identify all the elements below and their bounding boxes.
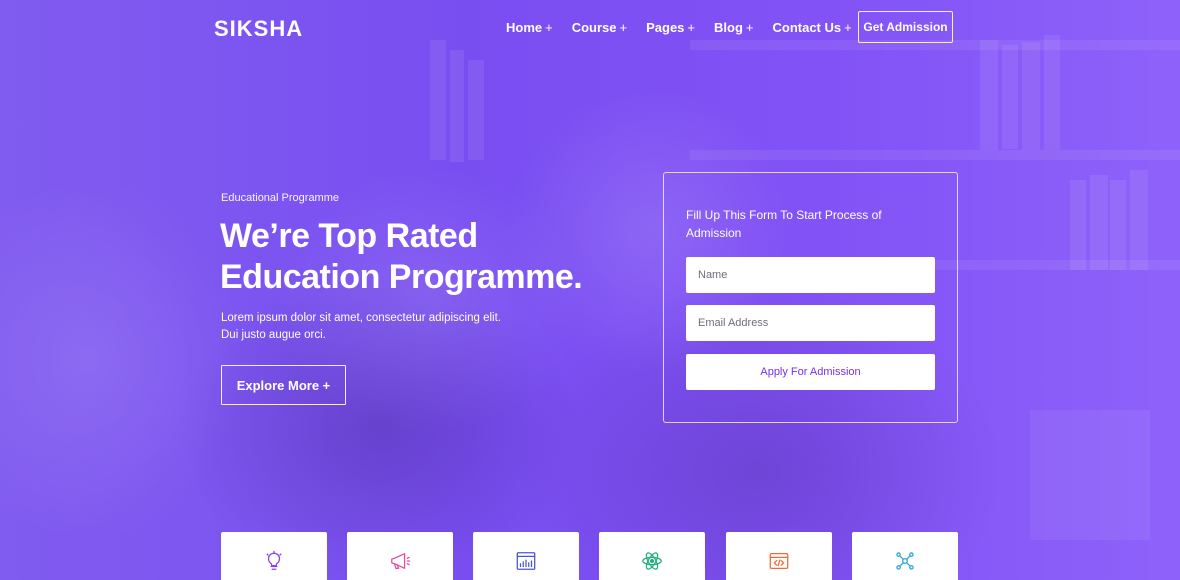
plus-icon: + (745, 20, 754, 35)
book-shape (980, 40, 998, 150)
atom-icon (642, 552, 662, 570)
bookshelf-shape (690, 150, 1180, 160)
feature-card[interactable] (852, 532, 958, 580)
hero-section: SIKSHA Home + Course + Pages + Blog + Contac… (0, 0, 1180, 580)
plus-icon: + (619, 20, 628, 35)
chart-board-icon (516, 552, 536, 570)
apply-for-admission-button[interactable]: Apply For Admission (686, 354, 935, 390)
plus-icon: + (545, 20, 553, 35)
email-input[interactable] (686, 305, 935, 341)
book-shape (468, 60, 484, 160)
nav-item-pages[interactable]: Pages + (646, 20, 695, 35)
book-shape (450, 50, 464, 162)
code-window-icon (769, 553, 789, 569)
hero-headline-line: Education Programme. (220, 258, 583, 296)
feature-card[interactable] (473, 532, 579, 580)
nav-item-label: Blog (714, 20, 743, 35)
plus-icon: + (687, 20, 696, 35)
book-shape (1022, 42, 1040, 150)
feature-cards (221, 532, 958, 580)
get-admission-button[interactable]: Get Admission (858, 11, 953, 43)
main-nav: Home + Course + Pages + Blog + Contact Us + (506, 20, 852, 35)
form-title: Fill Up This Form To Start Process of Ad… (686, 208, 882, 240)
nav-item-home[interactable]: Home + (506, 20, 553, 35)
site-logo[interactable]: SIKSHA (214, 16, 303, 42)
hero-headline-line: We’re Top Rated (220, 217, 478, 255)
book-shape (1044, 35, 1060, 150)
nav-item-course[interactable]: Course + (572, 20, 627, 35)
nav-item-label: Contact Us (772, 20, 842, 35)
feature-card[interactable] (347, 532, 453, 580)
network-icon (896, 552, 914, 570)
nav-item-contact-us[interactable]: Contact Us + (773, 20, 852, 35)
admission-form: Fill Up This Form To Start Process of Ad… (663, 172, 958, 423)
megaphone-icon (391, 553, 411, 569)
feature-card[interactable] (221, 532, 327, 580)
book-shape (1070, 180, 1086, 270)
explore-more-button[interactable]: Explore More + (221, 365, 346, 405)
book-shape (1110, 180, 1126, 270)
nav-item-label: Home (506, 20, 543, 35)
hero-eyebrow: Educational Programme (221, 192, 340, 204)
plus-icon: + (844, 20, 852, 35)
feature-card[interactable] (599, 532, 705, 580)
name-input[interactable] (686, 257, 935, 293)
hero-headline: We’re Top Rated Education Programme. (220, 216, 640, 298)
book-shape (1002, 45, 1018, 149)
feature-card[interactable] (726, 532, 832, 580)
nav-item-blog[interactable]: Blog + (714, 20, 753, 35)
hero-lead-text: Lorem ipsum dolor sit amet, consectetur … (221, 312, 501, 341)
book-shape (430, 40, 446, 160)
book-shape (1030, 410, 1150, 540)
book-shape (1130, 170, 1148, 270)
nav-item-label: Pages (646, 20, 685, 35)
book-shape (1090, 175, 1108, 270)
lightbulb-icon (266, 550, 282, 570)
nav-item-label: Course (571, 20, 617, 35)
